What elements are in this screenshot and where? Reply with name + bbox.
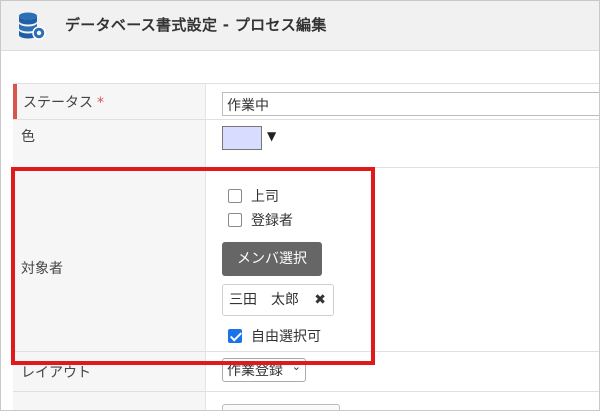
layout-select-value: 作業登録	[227, 363, 283, 379]
layout-label-cell: レイアウト	[13, 352, 206, 391]
page-title: データベース書式設定 - プロセス編集	[65, 16, 327, 34]
status-label: ステータス *	[23, 92, 104, 112]
status-label-text: ステータス	[23, 95, 93, 111]
chevron-down-icon: ⌄	[291, 360, 301, 373]
color-swatch[interactable]	[222, 126, 262, 150]
title-bar: データベース書式設定 - プロセス編集	[1, 1, 599, 51]
color-row: 色 ▼	[13, 119, 599, 167]
checkbox-free-select[interactable]: 自由選択可	[228, 326, 321, 346]
target-users-row: 対象者 上司 登録者 メンバ選択 三田 太郎 ✖ 自由選択可	[13, 167, 599, 351]
checkbox-boss[interactable]: 上司	[228, 186, 279, 206]
selected-member-name: 三田 太郎	[229, 292, 299, 308]
color-picker[interactable]: ▼	[222, 126, 286, 152]
layout-select[interactable]: 作業登録 ⌄	[222, 358, 306, 382]
database-gear-icon	[19, 12, 46, 40]
checkbox-boss-box[interactable]	[228, 189, 242, 203]
selected-member-tag: 三田 太郎 ✖	[222, 284, 334, 316]
checkbox-registrant-label: 登録者	[251, 213, 293, 229]
checkbox-free-select-box[interactable]	[228, 329, 242, 343]
status-input[interactable]: 作業中	[222, 92, 599, 116]
dropdown-arrow-icon[interactable]: ▼	[267, 129, 276, 143]
next-row	[13, 391, 599, 410]
checkbox-registrant-box[interactable]	[228, 213, 242, 227]
checkbox-free-select-label: 自由選択可	[251, 329, 321, 345]
partial-select[interactable]	[222, 404, 340, 410]
color-label-cell: 色	[13, 120, 206, 167]
target-label-cell: 対象者	[13, 168, 206, 351]
remove-member-icon[interactable]: ✖	[314, 285, 326, 315]
required-mark: *	[97, 95, 104, 111]
layout-label: レイアウト	[21, 365, 91, 381]
status-label-cell: ステータス *	[13, 84, 206, 119]
member-select-button[interactable]: メンバ選択	[222, 242, 322, 276]
status-row: ステータス * 作業中	[13, 83, 599, 119]
checkbox-registrant[interactable]: 登録者	[228, 210, 293, 230]
target-label: 対象者	[21, 261, 63, 277]
required-indicator-bar	[13, 84, 17, 119]
checkbox-boss-label: 上司	[251, 189, 279, 205]
window: データベース書式設定 - プロセス編集 ステータス * 作業中 色 ▼ 対象者 …	[0, 0, 600, 411]
next-label-cell	[13, 392, 206, 410]
layout-row: レイアウト 作業登録 ⌄	[13, 351, 599, 391]
color-label: 色	[21, 129, 35, 145]
